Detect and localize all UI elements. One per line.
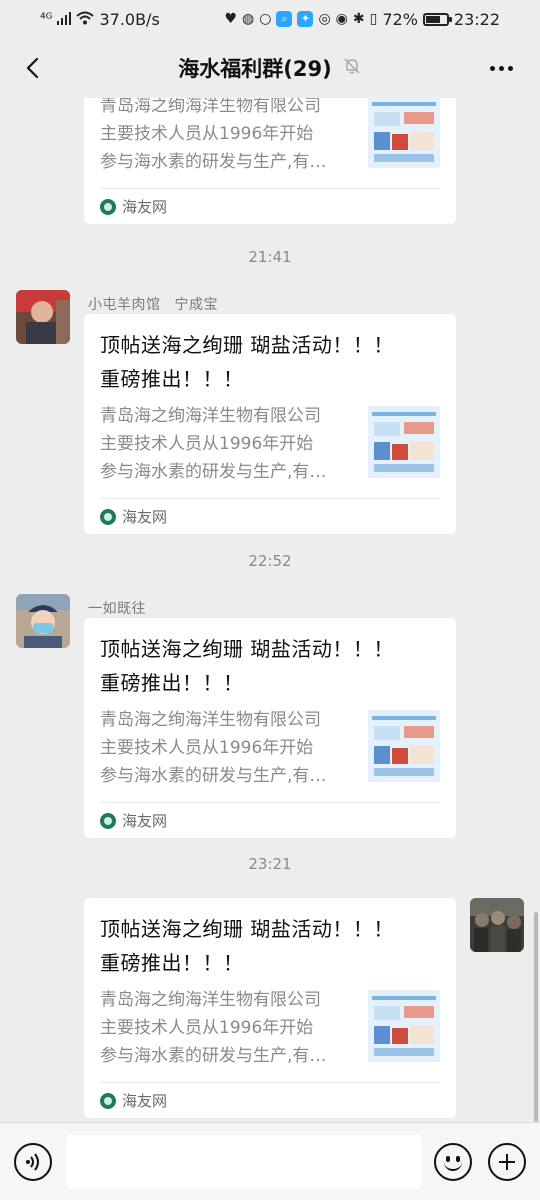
more-dot xyxy=(489,65,495,71)
desc-line: 参与海水素的研发与生产,有… xyxy=(100,152,327,172)
desc-line: 青岛海之绚海洋生物有限公司 xyxy=(100,710,321,730)
circle-icon: ○ xyxy=(259,11,272,27)
title-line: 顶帖送海之绚珊 瑚盐活动！！！ xyxy=(100,333,394,357)
clock: 23:22 xyxy=(453,9,500,29)
link-card-title: 顶帖送海之绚珊 瑚盐活动！！！ 重磅推出！！！ xyxy=(100,912,440,980)
desc-line: 参与海水素的研发与生产,有… xyxy=(100,1046,327,1066)
network-type: ⁴ᴳ xyxy=(40,11,53,27)
link-source: 海友网 xyxy=(100,188,440,224)
message-input[interactable] xyxy=(66,1135,422,1189)
link-card-title: 顶帖送海之绚珊 瑚盐活动！！！ 重磅推出！！！ xyxy=(100,328,440,396)
back-button[interactable] xyxy=(14,48,54,88)
network-speed: 37.0B/s xyxy=(99,9,160,29)
time-separator: 21:41 xyxy=(248,248,292,266)
voice-icon xyxy=(26,1153,39,1171)
chat-header: 海水福利群(29) xyxy=(0,38,540,98)
source-name: 海友网 xyxy=(122,198,168,216)
title-line: 顶帖送海之绚珊 瑚盐活动！！！ xyxy=(100,917,394,941)
link-thumbnail xyxy=(368,98,440,168)
heart-icon: ♥ xyxy=(224,11,237,27)
signal-icon xyxy=(57,11,72,28)
time-separator: 23:21 xyxy=(248,855,292,873)
status-bar: ⁴ᴳ 37.0B/s ♥ ◍ ○ ⌕ ✦ ◎ ◉ ✱ ▯ 72% 23:22 xyxy=(0,0,540,38)
more-button[interactable] xyxy=(484,54,518,82)
globe-icon: ◍ xyxy=(242,11,255,27)
link-card-title: 顶帖送海之绚珊 瑚盐活动！！！ 重磅推出！！！ xyxy=(100,632,440,700)
source-logo-icon xyxy=(100,198,116,215)
desc-line: 主要技术人员从1996年开始 xyxy=(100,1018,314,1038)
battery-percent: 72% xyxy=(382,9,418,29)
battery-icon xyxy=(422,12,452,26)
title-line: 重磅推出！！！ xyxy=(100,367,244,391)
time-separator: 22:52 xyxy=(248,552,292,570)
bluetooth-icon: ✱ xyxy=(352,11,365,27)
link-card-body: 青岛海之绚海洋生物有限公司 主要技术人员从1996年开始 参与海水素的研发与生产… xyxy=(100,986,440,1070)
emoji-icon-mouth xyxy=(444,1161,462,1171)
link-card[interactable]: 顶帖送海之绚珊 瑚盐活动！！！ 重磅推出！！！ 青岛海之绚海洋生物有限公司 主要… xyxy=(84,898,456,1118)
title-line: 重磅推出！！！ xyxy=(100,951,244,975)
link-card-body: 青岛海之绚海洋生物有限公司 主要技术人员从1996年开始 参与海水素的研发与生产… xyxy=(100,706,440,790)
link-card[interactable]: 顶帖送海之绚珊 瑚盐活动！！！ 重磅推出！！！ 青岛海之绚海洋生物有限公司 主要… xyxy=(84,618,456,838)
title-wrap[interactable]: 海水福利群(29) xyxy=(178,53,361,83)
sender-name: 一如既往 xyxy=(88,601,146,617)
battery-fill xyxy=(425,15,440,23)
source-name: 海友网 xyxy=(122,1092,168,1110)
link-card[interactable]: 顶帖送海之绚珊 瑚盐活动！！！ 重磅推出！！！ 青岛海之绚海洋生物有限公司 主要… xyxy=(84,314,456,534)
link-source: 海友网 xyxy=(100,1082,440,1118)
source-logo-icon xyxy=(100,812,116,829)
link-card[interactable]: 青岛海之绚海洋生物有限公司 主要技术人员从1996年开始 参与海水素的研发与生产… xyxy=(84,98,456,224)
emoji-button[interactable] xyxy=(434,1143,472,1181)
desc-line: 青岛海之绚海洋生物有限公司 xyxy=(100,990,321,1010)
more-dot xyxy=(498,65,504,71)
link-card-desc: 青岛海之绚海洋生物有限公司 主要技术人员从1996年开始 参与海水素的研发与生产… xyxy=(100,986,358,1070)
bulb-app-icon: ✦ xyxy=(297,11,314,27)
mute-bell-icon xyxy=(342,56,362,80)
source-name: 海友网 xyxy=(122,812,168,830)
link-card-desc: 青岛海之绚海洋生物有限公司 主要技术人员从1996年开始 参与海水素的研发与生产… xyxy=(100,402,358,486)
voice-button[interactable] xyxy=(14,1143,52,1181)
avatar[interactable] xyxy=(16,290,70,344)
desc-line: 主要技术人员从1996年开始 xyxy=(100,738,314,758)
link-card-body: 青岛海之绚海洋生物有限公司 主要技术人员从1996年开始 参与海水素的研发与生产… xyxy=(100,402,440,486)
link-card-desc: 青岛海之绚海洋生物有限公司 主要技术人员从1996年开始 参与海水素的研发与生产… xyxy=(100,98,358,176)
back-arrow-icon xyxy=(26,57,39,79)
link-card-body: 青岛海之绚海洋生物有限公司 主要技术人员从1996年开始 参与海水素的研发与生产… xyxy=(100,98,440,176)
search-app-icon: ⌕ xyxy=(276,11,293,27)
desc-line: 青岛海之绚海洋生物有限公司 xyxy=(100,406,321,426)
chat-title: 海水福利群(29) xyxy=(178,57,332,81)
link-thumbnail xyxy=(368,406,440,478)
desc-line: 参与海水素的研发与生产,有… xyxy=(100,766,327,786)
link-source: 海友网 xyxy=(100,802,440,838)
wifi-icon xyxy=(76,11,95,28)
source-name: 海友网 xyxy=(122,508,168,526)
sender-nickname: 小屯羊肉馆 xyxy=(88,297,161,313)
desc-line: 青岛海之绚海洋生物有限公司 xyxy=(100,98,321,116)
source-logo-icon xyxy=(100,1092,116,1109)
plus-button[interactable] xyxy=(488,1143,526,1181)
link-card-desc: 青岛海之绚海洋生物有限公司 主要技术人员从1996年开始 参与海水素的研发与生产… xyxy=(100,706,358,790)
title-line: 重磅推出！！！ xyxy=(100,671,244,695)
link-thumbnail xyxy=(368,710,440,782)
sender-name: 小屯羊肉馆 宁成宝 xyxy=(88,294,218,314)
input-bar xyxy=(0,1122,540,1200)
avatar[interactable] xyxy=(16,594,70,648)
more-dot xyxy=(507,65,513,71)
desc-line: 主要技术人员从1996年开始 xyxy=(100,434,314,454)
vibrate-icon: ▯ xyxy=(369,11,378,27)
desc-line: 主要技术人员从1996年开始 xyxy=(100,124,314,144)
desc-line: 参与海水素的研发与生产,有… xyxy=(100,462,327,482)
source-logo-icon xyxy=(100,508,116,525)
sender-remark: 宁成宝 xyxy=(174,297,218,313)
link-thumbnail xyxy=(368,990,440,1062)
nfc-icon: ◎ xyxy=(318,11,331,27)
status-left: ⁴ᴳ 37.0B/s xyxy=(40,10,160,29)
chat-messages[interactable]: 青岛海之绚海洋生物有限公司 主要技术人员从1996年开始 参与海水素的研发与生产… xyxy=(0,98,540,1122)
chat-scrollbar[interactable] xyxy=(534,912,538,1122)
title-line: 顶帖送海之绚珊 瑚盐活动！！！ xyxy=(100,637,394,661)
status-right: ♥ ◍ ○ ⌕ ✦ ◎ ◉ ✱ ▯ 72% 23:22 xyxy=(224,10,500,29)
my-avatar[interactable] xyxy=(470,898,524,952)
eye-icon: ◉ xyxy=(335,11,348,27)
link-source: 海友网 xyxy=(100,498,440,534)
